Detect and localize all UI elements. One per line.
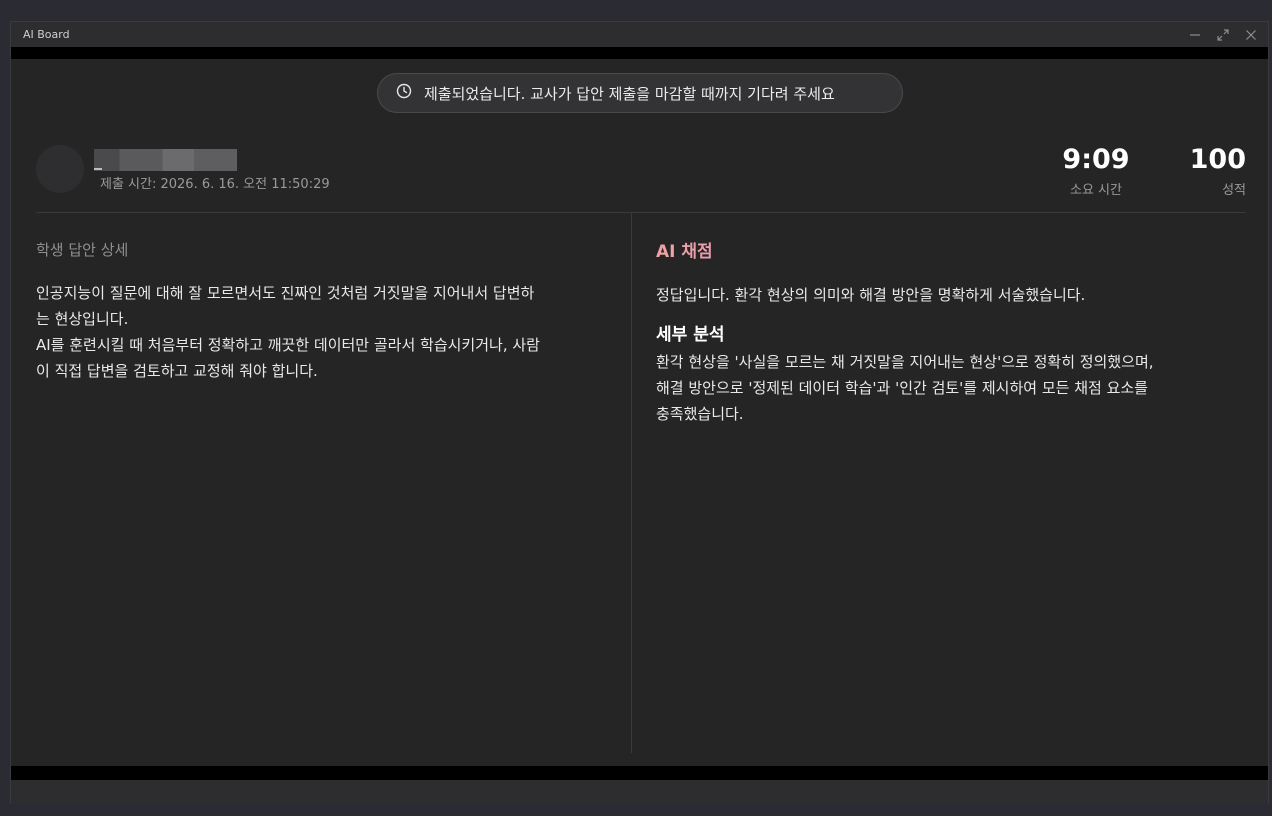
- student-answer-heading: 학생 답안 상세: [36, 241, 129, 259]
- answer-line: 는 현상입니다.: [36, 310, 129, 328]
- ai-grading-title: AI 채점: [656, 237, 1246, 262]
- app-window: AI Board 제출되었습니다. 교사가 답안 제출을 마감할 때까지 기다려…: [10, 21, 1269, 804]
- ai-grading-panel: AI 채점 정답입니다. 환각 현상의 의미와 해결 방안을 명확하게 서술했습…: [656, 237, 1246, 427]
- column-divider: [631, 213, 632, 753]
- answer-line: 이 직접 답변을 검토하고 교정해 줘야 합니다.: [36, 362, 318, 380]
- detail-analysis-text: 환각 현상을 '사실을 모르는 채 거짓말을 지어내는 현상'으로 정확히 정의…: [656, 349, 1246, 427]
- header-divider: [36, 212, 1246, 213]
- name-underline: [94, 168, 102, 170]
- submit-time: 제출 시간: 2026. 6. 16. 오전 11:50:29: [100, 177, 330, 192]
- top-black-bar: [11, 47, 1268, 59]
- student-answer-panel: 학생 답안 상세 인공지능이 질문에 대해 잘 모르면서도 진짜인 것처럼 거짓…: [36, 239, 611, 384]
- detail-analysis-heading: 세부 분석: [656, 325, 725, 345]
- close-icon[interactable]: [1244, 28, 1258, 42]
- notice-text: 제출되었습니다. 교사가 답안 제출을 마감할 때까지 기다려 주세요: [424, 84, 835, 103]
- window-controls: [1188, 22, 1258, 47]
- grading-verdict: 정답입니다. 환각 현상의 의미와 해결 방안을 명확하게 서술했습니다.: [656, 286, 1086, 304]
- score-value: 100: [1189, 144, 1246, 175]
- answer-line: AI를 훈련시킬 때 처음부터 정확하고 깨끗한 데이터만 골라서 학습시키거나…: [36, 336, 540, 354]
- window-footer: [11, 780, 1268, 804]
- clock-icon: [396, 83, 412, 103]
- detail-line: 해결 방안으로 '정제된 데이터 학습'과 '인간 검토'를 제시하여 모든 채…: [656, 379, 1148, 397]
- main-content: 제출되었습니다. 교사가 답안 제출을 마감할 때까지 기다려 주세요 제출 시…: [11, 59, 1268, 766]
- student-answer-text: 인공지능이 질문에 대해 잘 모르면서도 진짜인 것처럼 거짓말을 지어내서 답…: [36, 280, 611, 384]
- detail-line: 환각 현상을 '사실을 모르는 채 거짓말을 지어내는 현상'으로 정확히 정의…: [656, 353, 1154, 371]
- maximize-icon[interactable]: [1216, 28, 1230, 42]
- score-label: 성적: [1222, 183, 1246, 198]
- submission-notice: 제출되었습니다. 교사가 답안 제출을 마감할 때까지 기다려 주세요: [377, 73, 903, 113]
- title-bar[interactable]: AI Board: [11, 22, 1268, 47]
- student-name-redacted: [94, 149, 237, 171]
- answer-line: 인공지능이 질문에 대해 잘 모르면서도 진짜인 것처럼 거짓말을 지어내서 답…: [36, 284, 535, 302]
- bottom-black-bar: [11, 766, 1268, 780]
- score-stat: 100 성적: [1166, 143, 1246, 198]
- avatar: [36, 145, 84, 193]
- window-title: AI Board: [23, 28, 70, 41]
- elapsed-time-value: 9:09: [1062, 144, 1130, 175]
- elapsed-time-stat: 9:09 소요 시간: [1056, 143, 1136, 198]
- minimize-icon[interactable]: [1188, 28, 1202, 42]
- detail-line: 충족했습니다.: [656, 405, 744, 423]
- elapsed-time-label: 소요 시간: [1070, 183, 1122, 198]
